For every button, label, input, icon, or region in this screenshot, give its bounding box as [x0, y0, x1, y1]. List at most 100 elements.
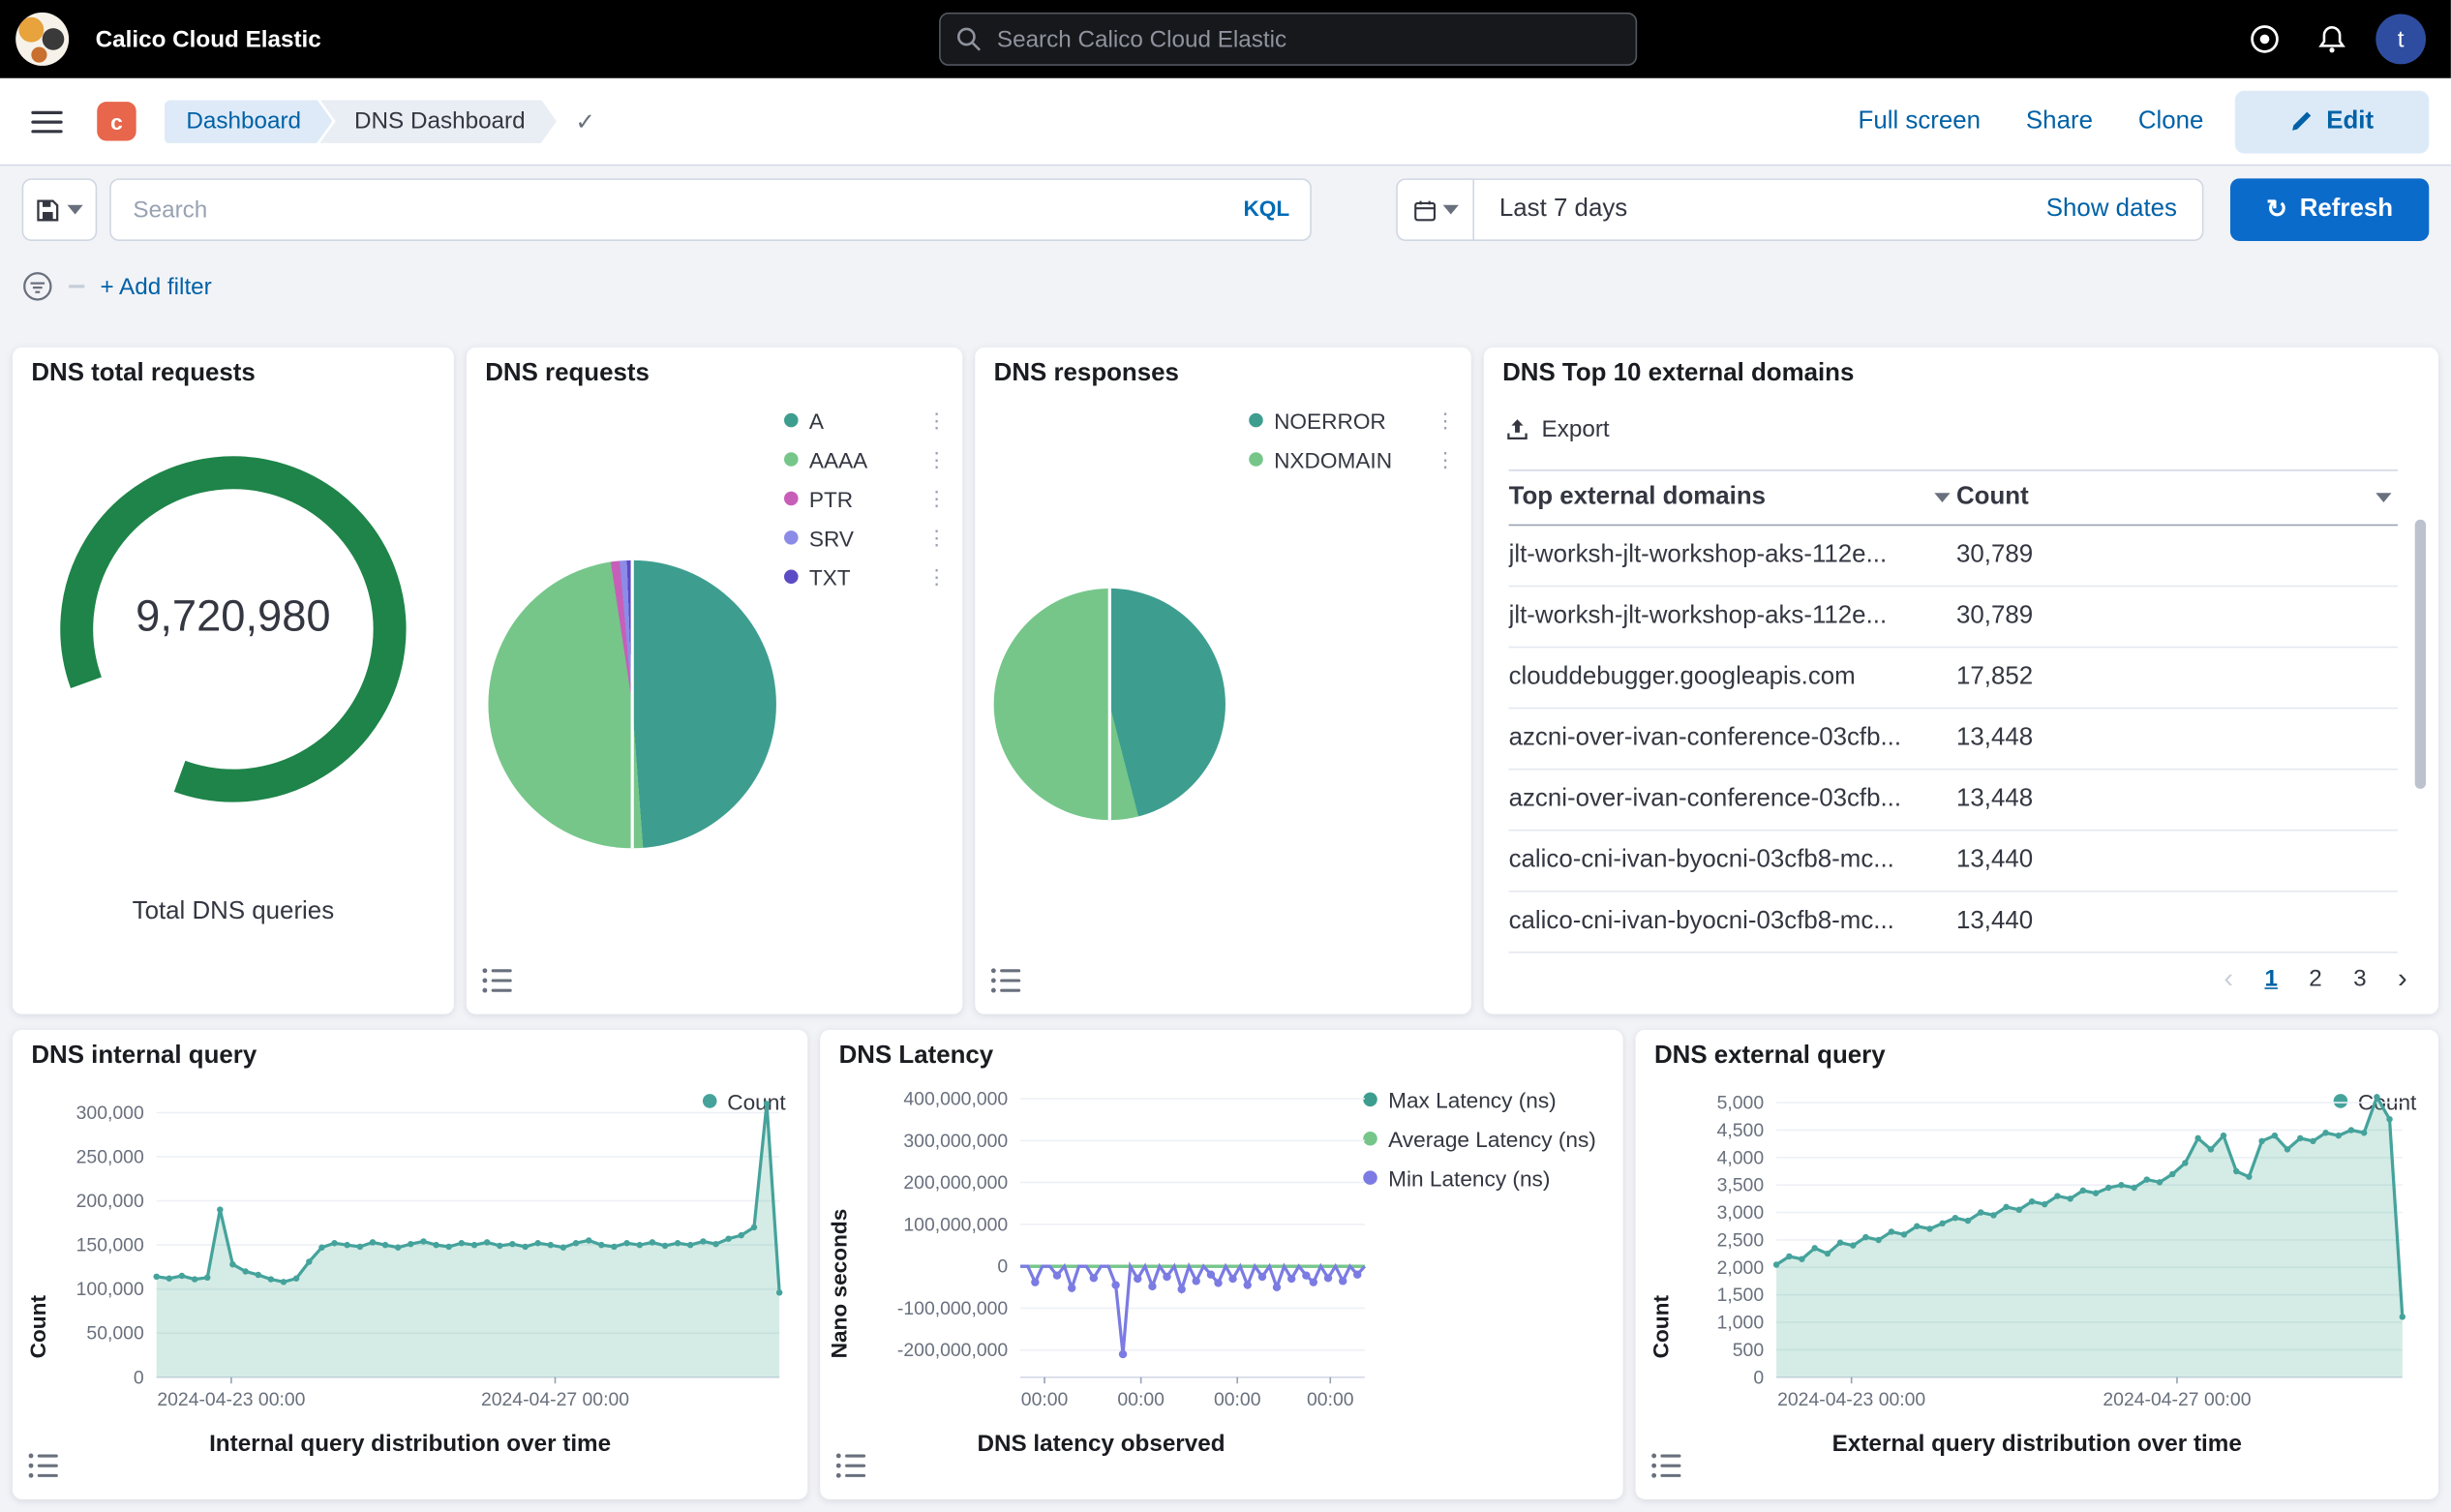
help-icon[interactable] [2249, 23, 2280, 54]
prev-page-icon[interactable]: ‹ [2224, 962, 2233, 995]
panel-dns-external-query: DNS external query Count Count 05001,000… [1636, 1030, 2438, 1499]
legend-actions-icon[interactable]: ⋮ [914, 408, 947, 433]
legend-item[interactable]: NOERROR⋮ [1249, 401, 1455, 439]
legend: NOERROR⋮ NXDOMAIN⋮ [1249, 401, 1455, 479]
breadcrumb-dashboard[interactable]: Dashboard [165, 100, 333, 143]
user-avatar[interactable]: t [2375, 15, 2426, 65]
dns-requests-pie-chart[interactable] [488, 560, 775, 848]
sort-chevron-icon[interactable] [2375, 493, 2391, 502]
legend-toggle-icon[interactable] [482, 967, 520, 998]
legend-item[interactable]: A⋮ [784, 401, 947, 439]
kql-search: KQL [109, 178, 1312, 241]
full-screen-link[interactable]: Full screen [1859, 107, 1982, 136]
date-picker-button[interactable] [1396, 178, 1474, 241]
time-range-value[interactable]: Last 7 days [1499, 196, 1627, 224]
svg-text:2024-04-27 00:00: 2024-04-27 00:00 [481, 1389, 629, 1410]
svg-text:-100,000,000: -100,000,000 [897, 1298, 1009, 1319]
svg-text:2024-04-23 00:00: 2024-04-23 00:00 [157, 1389, 305, 1410]
panel-title: DNS responses [994, 360, 1179, 388]
legend-actions-icon[interactable]: ⋮ [914, 564, 947, 590]
sort-chevron-icon[interactable] [1934, 493, 1950, 502]
table-row[interactable]: jlt-worksh-jlt-workshop-aks-112e...30,78… [1509, 526, 2398, 587]
svg-text:300,000,000: 300,000,000 [903, 1131, 1008, 1152]
table-row[interactable]: calico-cni-ivan-byocni-03cfb8-mc...13,44… [1509, 892, 2398, 953]
legend-toggle-icon[interactable] [28, 1452, 66, 1483]
svg-text:150,000: 150,000 [76, 1235, 144, 1256]
show-dates-link[interactable]: Show dates [2046, 196, 2177, 224]
svg-text:400,000,000: 400,000,000 [903, 1089, 1008, 1110]
share-link[interactable]: Share [2026, 107, 2093, 136]
column-header-domains[interactable]: Top external domains [1509, 484, 1956, 512]
breadcrumb-dns-dashboard[interactable]: DNS Dashboard [319, 100, 556, 143]
table-row[interactable]: jlt-worksh-jlt-workshop-aks-112e...30,78… [1509, 587, 2398, 648]
table-row[interactable]: azcni-over-ivan-conference-03cfb...13,44… [1509, 770, 2398, 831]
svg-text:00:00: 00:00 [1214, 1389, 1261, 1410]
svg-text:200,000: 200,000 [76, 1191, 144, 1212]
global-header: Calico Cloud Elastic t [0, 0, 2451, 78]
edit-button[interactable]: Edit [2235, 90, 2429, 153]
legend-item[interactable]: AAAA⋮ [784, 439, 947, 478]
legend-actions-icon[interactable]: ⋮ [1423, 447, 1456, 472]
legend-item[interactable]: Average Latency (ns) [1363, 1119, 1610, 1158]
page-1[interactable]: 1 [2264, 966, 2277, 992]
clone-link[interactable]: Clone [2138, 107, 2204, 136]
svg-text:00:00: 00:00 [1117, 1389, 1165, 1410]
kql-search-input[interactable] [109, 178, 1312, 241]
external-domains-table: Top external domains Count jlt-worksh-jl… [1509, 469, 2398, 953]
legend-toggle-icon[interactable] [990, 967, 1028, 998]
dns-latency-chart[interactable]: -200,000,000-100,000,0000100,000,000200,… [823, 1071, 1374, 1431]
global-search-input[interactable] [994, 24, 1564, 54]
legend-toggle-icon[interactable] [1651, 1452, 1689, 1483]
app-title: Calico Cloud Elastic [96, 26, 321, 52]
dns-internal-query-chart[interactable]: 050,000100,000150,000200,000250,000300,0… [15, 1071, 795, 1431]
add-filter-link[interactable]: + Add filter [100, 273, 211, 299]
filter-icon[interactable] [22, 271, 53, 302]
next-page-icon[interactable]: › [2398, 962, 2407, 995]
table-row[interactable]: calico-cni-ivan-byocni-03cfb8-mc...13,44… [1509, 832, 2398, 892]
space-badge[interactable]: c [97, 102, 136, 140]
dns-external-query-chart[interactable]: 05001,0001,5002,0002,5003,0003,5004,0004… [1639, 1071, 2421, 1431]
query-language-toggle[interactable]: KQL [1243, 196, 1289, 221]
notifications-icon[interactable] [2316, 23, 2347, 54]
svg-text:100,000: 100,000 [76, 1279, 144, 1300]
menu-hamburger-icon[interactable] [31, 110, 62, 133]
legend-item[interactable]: PTR⋮ [784, 479, 947, 518]
panel-title: DNS internal query [31, 1043, 257, 1071]
panel-title: DNS requests [485, 360, 650, 388]
legend-actions-icon[interactable]: ⋮ [1423, 408, 1456, 433]
legend-actions-icon[interactable]: ⋮ [914, 486, 947, 511]
page-2[interactable]: 2 [2309, 966, 2321, 992]
export-button[interactable]: Export [1505, 416, 1609, 442]
legend-actions-icon[interactable]: ⋮ [914, 525, 947, 550]
legend-item[interactable]: SRV⋮ [784, 518, 947, 557]
refresh-button[interactable]: ↻ Refresh [2230, 178, 2429, 241]
global-search[interactable] [939, 13, 1637, 66]
svg-text:0: 0 [1753, 1367, 1764, 1388]
legend-item[interactable]: TXT⋮ [784, 558, 947, 596]
table-row[interactable]: azcni-over-ivan-conference-03cfb...13,44… [1509, 709, 2398, 770]
legend-actions-icon[interactable]: ⋮ [914, 447, 947, 472]
table-scrollbar[interactable] [2415, 520, 2426, 789]
panel-title: DNS Top 10 external domains [1502, 360, 1854, 388]
x-axis-title: Internal query distribution over time [13, 1431, 807, 1457]
svg-text:500: 500 [1733, 1340, 1765, 1361]
dns-responses-pie-chart[interactable] [994, 589, 1226, 820]
legend-toggle-icon[interactable] [835, 1452, 873, 1483]
column-header-count[interactable]: Count [1956, 484, 2398, 512]
refresh-icon: ↻ [2266, 194, 2287, 225]
legend-item[interactable]: NXDOMAIN⋮ [1249, 439, 1455, 478]
time-range-field[interactable]: Last 7 days Show dates [1474, 178, 2203, 241]
page-3[interactable]: 3 [2353, 966, 2366, 992]
table-row[interactable]: clouddebugger.googleapis.com17,852 [1509, 648, 2398, 709]
panel-title: DNS total requests [31, 360, 255, 388]
x-axis-title: DNS latency observed [820, 1431, 1382, 1457]
saved-query-button[interactable] [22, 178, 98, 241]
filter-bar: + Add filter [0, 263, 233, 311]
dashboard-page: Calico Cloud Elastic t c Dashboard DNS D… [0, 0, 2451, 1512]
legend-item[interactable]: Min Latency (ns) [1363, 1158, 1610, 1196]
calico-logo-icon[interactable] [15, 13, 69, 66]
legend-item[interactable]: Max Latency (ns) [1363, 1080, 1610, 1119]
legend: A⋮ AAAA⋮ PTR⋮ SRV⋮ TXT⋮ [784, 401, 947, 596]
svg-text:100,000,000: 100,000,000 [903, 1214, 1008, 1235]
panel-dns-latency: DNS Latency Max Latency (ns) Average Lat… [820, 1030, 1622, 1499]
